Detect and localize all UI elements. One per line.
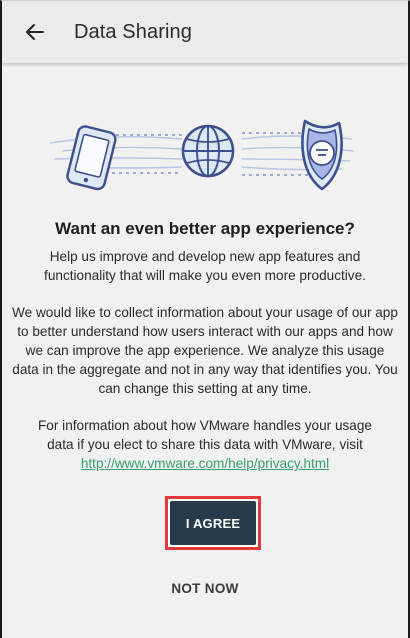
info-text: For information about how VMware handles… [2,416,408,473]
page-title: Data Sharing [74,20,192,43]
screen-frame: Data Sharing Want an even better app exp… [0,0,410,638]
intro-text: Help us improve and develop new app feat… [44,249,366,283]
phone-icon [66,125,117,191]
info-text-label: For information about how VMware handles… [38,418,372,452]
body-text: We would like to collect information abo… [12,305,398,396]
headline: Want an even better app experience? [55,219,355,238]
globe-icon [181,124,235,178]
agree-highlight: I AGREE [165,496,261,550]
privacy-link[interactable]: http://www.vmware.com/help/privacy.html [81,454,329,473]
content-section: Want an even better app experience? Help… [2,213,408,473]
agree-button[interactable]: I AGREE [170,501,256,545]
not-now-button[interactable]: NOT NOW [2,581,408,596]
back-button[interactable] [22,19,48,45]
app-bar: Data Sharing [2,1,408,63]
hero-illustration [32,99,382,199]
shield-icon [301,119,343,191]
arrow-left-icon [26,24,44,40]
hero-graphic [49,119,355,191]
